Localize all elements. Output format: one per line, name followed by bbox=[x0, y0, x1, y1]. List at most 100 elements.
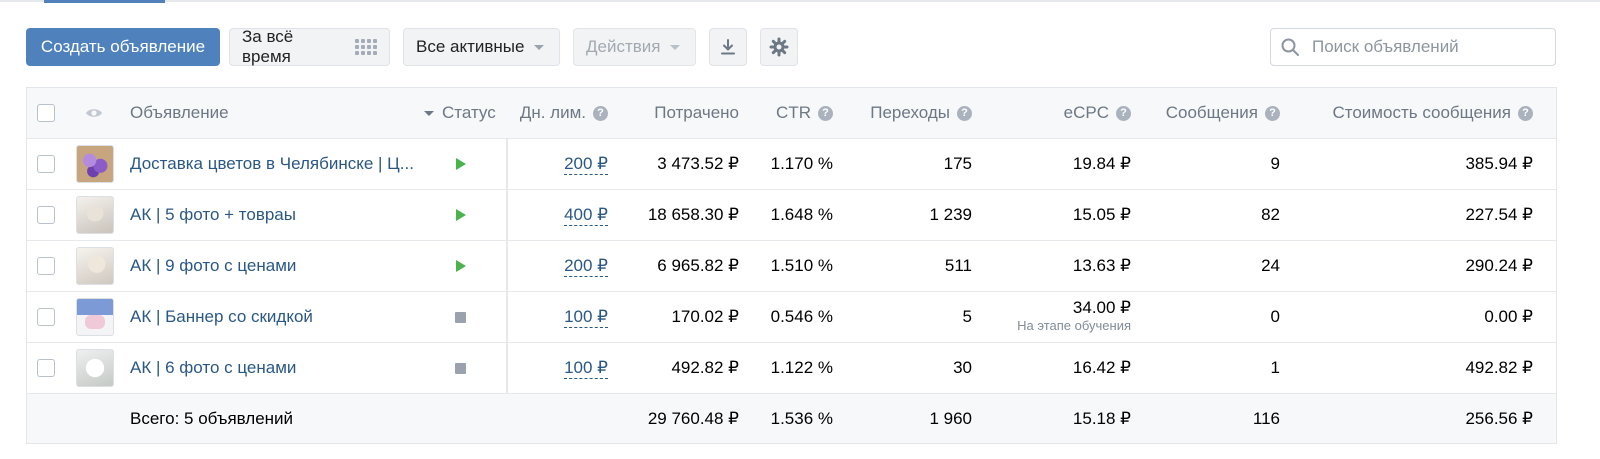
daily-limit-value[interactable]: 200 ₽ bbox=[564, 256, 608, 277]
total-message-cost-cell: 256.56 ₽ bbox=[1465, 409, 1533, 428]
question-icon[interactable]: ? bbox=[1518, 105, 1533, 121]
ad-thumbnail-cell bbox=[76, 190, 114, 240]
col-ctr-header[interactable]: CTR ? bbox=[747, 88, 833, 138]
col-messages-label: Сообщения bbox=[1165, 103, 1258, 122]
daily-limit-value[interactable]: 100 ₽ bbox=[564, 358, 608, 379]
daily-limit-cell: 200 ₽ bbox=[497, 241, 608, 291]
table-row: АК | 6 фото с ценами 100 ₽ 492.82 ₽ 1.12… bbox=[27, 343, 1556, 394]
question-icon[interactable]: ? bbox=[1116, 105, 1131, 121]
row-checkbox[interactable] bbox=[37, 257, 55, 275]
sort-desc-icon bbox=[424, 110, 434, 116]
col-daily-limit-header[interactable]: Дн. лим. ? bbox=[497, 88, 608, 138]
gear-icon bbox=[769, 37, 789, 57]
ad-title-cell: АК | 9 фото с ценами bbox=[130, 241, 296, 291]
col-status-label: Статус bbox=[442, 103, 496, 122]
total-messages-cell: 116 bbox=[1252, 409, 1280, 428]
ad-thumbnail-cell bbox=[76, 292, 114, 342]
col-message-cost-header[interactable]: Стоимость сообщения ? bbox=[1292, 88, 1533, 138]
ad-title-link[interactable]: Доставка цветов в Челябинске | Ц... bbox=[130, 154, 414, 174]
row-checkbox[interactable] bbox=[37, 308, 55, 326]
eye-icon[interactable] bbox=[85, 107, 103, 119]
clicks-cell: 5 bbox=[962, 307, 972, 326]
search-box[interactable] bbox=[1270, 28, 1556, 66]
play-icon[interactable] bbox=[456, 209, 466, 221]
status-filter-dropdown[interactable]: Все активные bbox=[403, 28, 560, 66]
col-clicks-label: Переходы bbox=[870, 103, 950, 122]
row-checkbox[interactable] bbox=[37, 359, 55, 377]
ad-thumbnail[interactable] bbox=[76, 349, 114, 387]
period-filter-label: За всё время bbox=[242, 27, 294, 66]
ecpc-learning-note: На этапе обучения bbox=[1017, 318, 1131, 333]
row-select-cell bbox=[37, 139, 57, 189]
col-daily-limit-label: Дн. лим. bbox=[519, 103, 586, 122]
chevron-down-icon bbox=[534, 44, 545, 50]
message-cost-cell: 492.82 ₽ bbox=[1465, 358, 1533, 377]
question-icon[interactable]: ? bbox=[818, 105, 833, 121]
ad-thumbnail-cell bbox=[76, 241, 114, 291]
ctr-cell: 1.122 % bbox=[770, 358, 833, 377]
ad-title-cell: АК | Баннер со скидкой bbox=[130, 292, 313, 342]
message-cost-cell: 290.24 ₽ bbox=[1465, 256, 1533, 275]
question-icon[interactable]: ? bbox=[1265, 105, 1280, 121]
clicks-cell: 175 bbox=[943, 154, 972, 173]
download-button[interactable] bbox=[709, 28, 747, 66]
messages-cell: 1 bbox=[1270, 358, 1280, 377]
col-messages-header[interactable]: Сообщения ? bbox=[1142, 88, 1280, 138]
ad-thumbnail-cell bbox=[76, 139, 114, 189]
play-icon[interactable] bbox=[456, 260, 466, 272]
period-filter-button[interactable]: За всё время bbox=[229, 27, 390, 66]
top-border bbox=[0, 0, 1600, 2]
ad-title-link[interactable]: АК | 6 фото с ценами bbox=[130, 358, 296, 378]
question-icon[interactable]: ? bbox=[593, 105, 608, 121]
ecpc-cell: 15.05 ₽ bbox=[1072, 205, 1131, 224]
stop-icon[interactable] bbox=[455, 311, 466, 323]
ad-thumbnail[interactable] bbox=[76, 145, 114, 183]
create-ad-label: Создать объявление bbox=[40, 37, 206, 56]
question-icon[interactable]: ? bbox=[957, 105, 972, 121]
spent-cell: 492.82 ₽ bbox=[671, 358, 739, 377]
ecpc-stack: 34.00 ₽ На этапе обучения bbox=[1017, 299, 1131, 335]
table-row: АК | Баннер со скидкой 100 ₽ 170.02 ₽ 0.… bbox=[27, 292, 1556, 343]
search-input[interactable] bbox=[1310, 36, 1544, 58]
table-row: Доставка цветов в Челябинске | Ц... 200 … bbox=[27, 139, 1556, 190]
row-select-cell bbox=[37, 241, 57, 291]
ad-thumbnail[interactable] bbox=[76, 298, 114, 336]
create-ad-button[interactable]: Создать объявление bbox=[26, 28, 220, 66]
status-cell bbox=[455, 343, 466, 393]
col-spent-header[interactable]: Потрачено bbox=[617, 88, 739, 138]
daily-limit-value[interactable]: 400 ₽ bbox=[564, 205, 608, 226]
table-row: АК | 5 фото + товраы 400 ₽ 18 658.30 ₽ 1… bbox=[27, 190, 1556, 241]
play-icon[interactable] bbox=[456, 158, 466, 170]
settings-button[interactable] bbox=[760, 28, 798, 66]
ad-thumbnail[interactable] bbox=[76, 247, 114, 285]
messages-cell: 0 bbox=[1270, 307, 1280, 326]
download-icon bbox=[721, 39, 735, 55]
col-ecpc-header[interactable]: eCPC ? bbox=[982, 88, 1131, 138]
ad-title-link[interactable]: АК | 5 фото + товраы bbox=[130, 205, 296, 225]
total-clicks-cell: 1 960 bbox=[929, 409, 972, 428]
col-status-header[interactable]: Статус bbox=[424, 88, 496, 138]
col-ctr-label: CTR bbox=[776, 103, 811, 122]
actions-label: Действия bbox=[586, 37, 661, 56]
select-all-checkbox[interactable] bbox=[37, 104, 55, 122]
stop-icon[interactable] bbox=[455, 362, 466, 374]
ad-thumbnail[interactable] bbox=[76, 196, 114, 234]
daily-limit-value[interactable]: 100 ₽ bbox=[564, 307, 608, 328]
row-select-cell bbox=[37, 190, 57, 240]
search-icon bbox=[1281, 38, 1299, 56]
message-cost-cell: 0.00 ₽ bbox=[1484, 307, 1533, 326]
col-clicks-header[interactable]: Переходы ? bbox=[842, 88, 972, 138]
totals-label: Всего: 5 объявлений bbox=[130, 409, 294, 428]
spent-cell: 6 965.82 ₽ bbox=[657, 256, 739, 275]
ad-title-cell: АК | 6 фото с ценами bbox=[130, 343, 296, 393]
ad-title-link[interactable]: АК | 9 фото с ценами bbox=[130, 256, 296, 276]
daily-limit-cell: 100 ₽ bbox=[497, 292, 608, 342]
col-ad-header[interactable]: Объявление bbox=[130, 88, 229, 138]
daily-limit-value[interactable]: 200 ₽ bbox=[564, 154, 608, 175]
row-checkbox[interactable] bbox=[37, 155, 55, 173]
ad-title-link[interactable]: АК | Баннер со скидкой bbox=[130, 307, 313, 327]
clicks-cell: 511 bbox=[944, 256, 972, 275]
row-checkbox[interactable] bbox=[37, 206, 55, 224]
messages-cell: 24 bbox=[1261, 256, 1280, 275]
actions-dropdown[interactable]: Действия bbox=[573, 28, 696, 66]
